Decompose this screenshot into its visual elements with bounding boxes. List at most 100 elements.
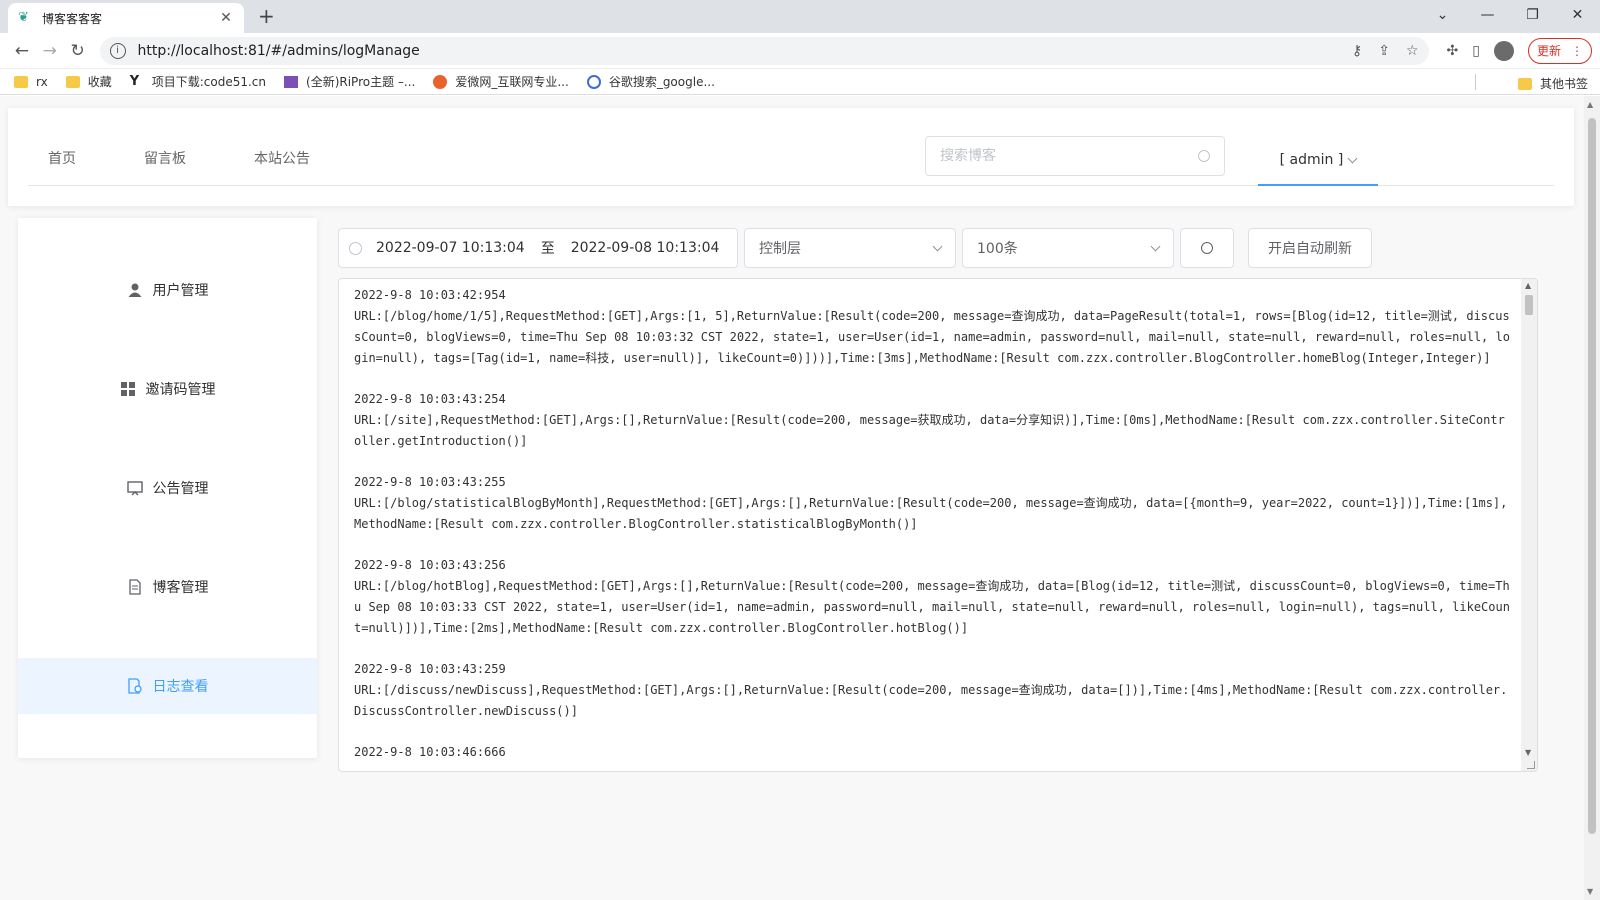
log-message: URL:[/discuss/newDiscuss],RequestMethod:…	[354, 683, 1508, 718]
nav-home[interactable]: 首页	[48, 148, 76, 168]
chevron-down-icon	[1347, 153, 1358, 163]
bookmark-item[interactable]: Y 项目下载:code51.cn	[130, 73, 266, 90]
browser-tab[interactable]: ❦ 博客客客客 ✕	[8, 3, 244, 33]
extensions-icon[interactable]: ✣	[1447, 43, 1459, 59]
log-scrollbar[interactable]: ▲ ▼	[1521, 279, 1537, 771]
bookmark-separator	[1475, 74, 1476, 90]
log-entry: 2022-9-8 10:03:42:954 URL:[/blog/home/1/5…	[354, 285, 1511, 369]
star-icon[interactable]: ☆	[1406, 43, 1419, 59]
chevron-down-icon	[1150, 241, 1161, 251]
top-nav: 首页 留言板 本站公告 [ admin ]	[28, 108, 1554, 186]
sidebar-item-invite-codes[interactable]: 邀请码管理	[18, 361, 317, 417]
search-box	[925, 136, 1225, 176]
other-bookmarks[interactable]: 其他书签	[1517, 75, 1588, 92]
other-bookmarks-label: 其他书签	[1539, 77, 1588, 91]
scroll-down-icon[interactable]: ▼	[1525, 748, 1531, 757]
share-icon[interactable]: ⇪	[1378, 43, 1390, 59]
log-list: 2022-9-8 10:03:42:954 URL:[/blog/home/1/5…	[354, 285, 1511, 771]
nav-announcements[interactable]: 本站公告	[254, 148, 310, 168]
search-icon[interactable]	[1198, 150, 1210, 162]
update-label: 更新	[1536, 44, 1561, 58]
bookmark-item[interactable]: 收藏	[65, 73, 112, 90]
page-scrollbar[interactable]: ▲ ▼	[1584, 96, 1600, 900]
url-text[interactable]: http://localhost:81/#/admins/logManage	[138, 43, 1352, 59]
admin-sidebar: 用户管理 邀请码管理 公告管理 博客管理 日志查看	[18, 218, 317, 758]
range-separator: 至	[540, 241, 555, 257]
log-scroll-thumb[interactable]	[1525, 295, 1533, 315]
log-entry: 2022-9-8 10:03:43:256 URL:[/blog/hotBlog]…	[354, 555, 1511, 639]
bookmark-item[interactable]: 谷歌搜索_google...	[586, 73, 715, 90]
log-entry: 2022-9-8 10:03:46:666	[354, 742, 1511, 763]
close-tab-icon[interactable]: ✕	[218, 10, 234, 26]
scroll-up-icon[interactable]: ▲	[1525, 281, 1531, 290]
key-icon[interactable]: ⚷	[1352, 43, 1362, 59]
log-textarea[interactable]: 2022-9-8 10:03:42:954 URL:[/blog/home/1/5…	[338, 278, 1538, 772]
log-timestamp: 2022-9-8 10:03:46:666	[354, 745, 506, 759]
browser-tab-strip: ❦ 博客客客客 ✕ + ⌄ — ❐ ✕	[0, 0, 1600, 33]
close-window-icon[interactable]: ✕	[1555, 0, 1600, 30]
log-entry: 2022-9-8 10:03:43:255 URL:[/blog/statisti…	[354, 472, 1511, 535]
bookmark-item[interactable]: 爱微网_互联网专业...	[433, 73, 569, 90]
scroll-down-icon[interactable]: ▼	[1587, 887, 1593, 896]
nav-message-board[interactable]: 留言板	[144, 148, 186, 168]
page-viewport: 首页 留言板 本站公告 [ admin ] 用户管理 邀请码管理 公告管理	[0, 96, 1600, 900]
clock-icon	[349, 241, 362, 255]
more-icon: ⋮	[1570, 43, 1583, 58]
sidebar-item-announcements[interactable]: 公告管理	[18, 460, 317, 516]
tab-title: 博客客客客	[42, 11, 103, 26]
site-info-icon[interactable]: i	[109, 42, 126, 59]
log-icon	[127, 678, 142, 694]
restore-icon[interactable]: ❐	[1510, 0, 1555, 30]
log-message: URL:[/blog/hotBlog],RequestMethod:[GET],…	[354, 579, 1510, 635]
layer-select[interactable]: 控制层	[744, 228, 956, 268]
sidebar-item-users[interactable]: 用户管理	[18, 262, 317, 318]
tab-search-icon[interactable]: ⌄	[1420, 0, 1465, 30]
sidebar-item-label: 用户管理	[152, 283, 209, 299]
bookmark-label: 项目下载:code51.cn	[151, 75, 267, 89]
reload-icon[interactable]: ↻	[64, 41, 92, 61]
document-icon	[128, 579, 141, 595]
page-scroll-thumb[interactable]	[1588, 118, 1596, 834]
update-button[interactable]: 更新 ⋮	[1527, 37, 1592, 64]
bookmark-item[interactable]: (全新)RiPro主题 –...	[284, 73, 415, 90]
scroll-up-icon[interactable]: ▲	[1587, 100, 1593, 109]
bookmark-label: 谷歌搜索_google...	[608, 75, 715, 89]
address-bar-row: ← → ↻ i http://localhost:81/#/admins/log…	[0, 33, 1600, 69]
sidebar-item-label: 公告管理	[152, 481, 209, 497]
bookmark-aiwei-icon	[433, 74, 448, 89]
forward-icon[interactable]: →	[36, 41, 64, 61]
bookmark-label: (全新)RiPro主题 –...	[306, 75, 416, 89]
window-controls: ⌄ — ❐ ✕	[1420, 0, 1600, 30]
profile-avatar[interactable]	[1493, 40, 1514, 61]
sidebar-item-logs[interactable]: 日志查看	[18, 658, 317, 714]
log-timestamp: 2022-9-8 10:03:43:256	[354, 558, 506, 572]
log-timestamp: 2022-9-8 10:03:42:954	[354, 288, 506, 302]
bookmark-label: 收藏	[87, 75, 112, 89]
new-tab-icon[interactable]: +	[258, 4, 275, 28]
sidebar-item-label: 博客管理	[152, 580, 209, 596]
bookmark-ripro-icon	[284, 75, 299, 88]
start-date[interactable]: 2022-09-07 10:13:04	[376, 240, 525, 256]
log-message: URL:[/blog/statisticalBlogByMonth],Reque…	[354, 496, 1508, 531]
bookmark-item[interactable]: rx	[14, 75, 48, 89]
end-date[interactable]: 2022-09-08 10:13:04	[571, 240, 720, 256]
user-dropdown[interactable]: [ admin ]	[1258, 136, 1378, 186]
count-select[interactable]: 100条	[962, 228, 1174, 268]
minimize-icon[interactable]: —	[1465, 0, 1510, 30]
side-panel-icon[interactable]: ▯	[1472, 43, 1480, 59]
address-bar[interactable]: i http://localhost:81/#/admins/logManage…	[99, 36, 1429, 65]
sidebar-item-blogs[interactable]: 博客管理	[18, 559, 317, 615]
grid-icon	[120, 382, 135, 396]
resize-handle-icon[interactable]	[1527, 761, 1535, 769]
search-input[interactable]	[940, 148, 1198, 164]
search-icon	[1201, 242, 1213, 254]
auto-refresh-button[interactable]: 开启自动刷新	[1248, 228, 1372, 268]
back-icon[interactable]: ←	[8, 41, 36, 61]
folder-icon	[1517, 77, 1532, 90]
sidebar-item-label: 日志查看	[152, 679, 209, 695]
log-timestamp: 2022-9-8 10:03:43:255	[354, 475, 506, 489]
site-favicon-icon: ❦	[18, 10, 29, 25]
date-range-picker[interactable]: 2022-09-07 10:13:04 至 2022-09-08 10:13:0…	[338, 228, 738, 268]
search-button[interactable]	[1180, 228, 1234, 268]
bookmark-label: 爱微网_互联网专业...	[455, 75, 569, 89]
